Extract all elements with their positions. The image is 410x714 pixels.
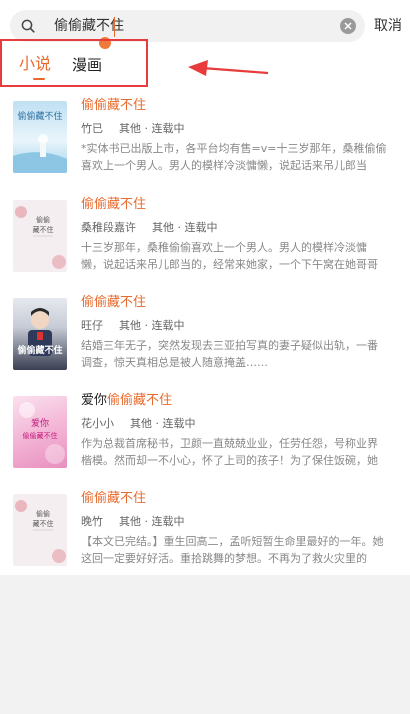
result-item[interactable]: 偷偷 藏不住 偷偷藏不住 晚竹 其他 · 连载中 【本文已完结。】重生回高二，孟听… <box>0 490 410 588</box>
text-cursor <box>114 17 115 37</box>
book-cover: 偷偷 藏不住 <box>13 494 67 566</box>
book-status: 其他 · 连载中 <box>119 319 185 332</box>
tab-comic[interactable]: 漫画 <box>72 55 102 75</box>
book-author: 旺仔 <box>81 319 103 332</box>
book-description: 十三岁那年，桑稚偷偷喜欢上一个男人。男人的模样冷淡慵懒，说起话来吊儿郎当的，经常… <box>81 241 378 271</box>
svg-text:藏不住: 藏不住 <box>33 519 54 528</box>
book-cover: 偷偷藏不住 <box>13 298 67 370</box>
book-description: 【本文已完结。】重生回高二，孟听短暂生命里最好的一年。她这回一定要好好活。重拾跳… <box>81 535 384 565</box>
svg-text:爱你: 爱你 <box>31 417 49 429</box>
svg-text:藏不住: 藏不住 <box>33 225 54 234</box>
book-status: 其他 · 连载中 <box>130 417 196 430</box>
book-cover: 偷偷 藏不住 <box>13 200 67 272</box>
book-meta: 竹已 其他 · 连载中 <box>81 121 185 137</box>
result-item[interactable]: 偷偷 藏不住 偷偷藏不住 桑稚段嘉许 其他 · 连载中 十三岁那年，桑稚偷偷喜欢上… <box>0 196 410 294</box>
svg-text:偷偷藏不住: 偷偷藏不住 <box>17 344 62 356</box>
arrow-annotation-icon <box>188 60 269 76</box>
search-icon <box>21 19 35 33</box>
book-author: 桑稚段嘉许 <box>81 221 136 234</box>
book-meta: 桑稚段嘉许 其他 · 连载中 <box>81 220 218 236</box>
book-author: 花小小 <box>81 417 114 430</box>
book-cover: 偷偷藏不住 <box>13 101 67 173</box>
book-meta: 旺仔 其他 · 连载中 <box>81 318 185 334</box>
book-meta: 晚竹 其他 · 连载中 <box>81 514 185 530</box>
result-item[interactable]: 爱你 偷偷藏不住 爱你偷偷藏不住 花小小 其他 · 连载中 作为总裁首席秘书，卫颜… <box>0 392 410 490</box>
book-title[interactable]: 偷偷藏不住 <box>81 490 146 508</box>
svg-text:偷偷藏不住: 偷偷藏不住 <box>23 431 58 440</box>
svg-text:偷偷藏不住: 偷偷藏不住 <box>17 110 62 122</box>
book-title[interactable]: 偷偷藏不住 <box>81 97 146 115</box>
book-status: 其他 · 连载中 <box>152 221 218 234</box>
result-item[interactable]: 偷偷藏不住 偷偷藏不住 竹已 其他 · 连载中 *实体书已出版上市，各平台均有售=… <box>0 97 410 195</box>
book-status: 其他 · 连载中 <box>119 515 185 528</box>
book-status: 其他 · 连载中 <box>119 122 185 135</box>
book-meta: 花小小 其他 · 连载中 <box>81 416 196 432</box>
active-tab-indicator <box>33 78 45 80</box>
book-description: *实体书已出版上市，各平台均有售=v=十三岁那年，桑稚偷偷喜欢上一个男人。男人的… <box>81 142 387 172</box>
cancel-button[interactable]: 取消 <box>374 16 402 36</box>
book-title[interactable]: 偷偷藏不住 <box>81 196 146 214</box>
book-title[interactable]: 偷偷藏不住 <box>81 294 146 312</box>
tab-novel[interactable]: 小说 <box>19 54 51 74</box>
svg-text:偷偷: 偷偷 <box>36 509 50 518</box>
book-author: 晚竹 <box>81 515 103 528</box>
book-author: 竹已 <box>81 122 103 135</box>
results-page: 偷偷藏不住 取消 小说 漫画 偷偷藏不住 偷偷藏不住 竹已 其他 · 连载中 *实… <box>0 0 410 575</box>
book-description: 作为总裁首席秘书，卫颜一直兢兢业业，任劳任怨，号称业界楷模。然而却一不小心，怀了… <box>81 437 378 467</box>
result-item[interactable]: 偷偷藏不住 偷偷藏不住 旺仔 其他 · 连载中 结婚三年无子，突然发现去三亚拍写真… <box>0 294 410 392</box>
search-bar[interactable]: 偷偷藏不住 <box>10 10 365 42</box>
book-title[interactable]: 爱你偷偷藏不住 <box>81 392 172 410</box>
clear-icon[interactable] <box>340 18 356 34</box>
book-description: 结婚三年无子，突然发现去三亚拍写真的妻子疑似出轨，一番调查，惊天真相总是被人随意… <box>81 339 378 369</box>
book-cover: 爱你 偷偷藏不住 <box>13 396 67 468</box>
svg-text:偷偷: 偷偷 <box>36 215 50 224</box>
